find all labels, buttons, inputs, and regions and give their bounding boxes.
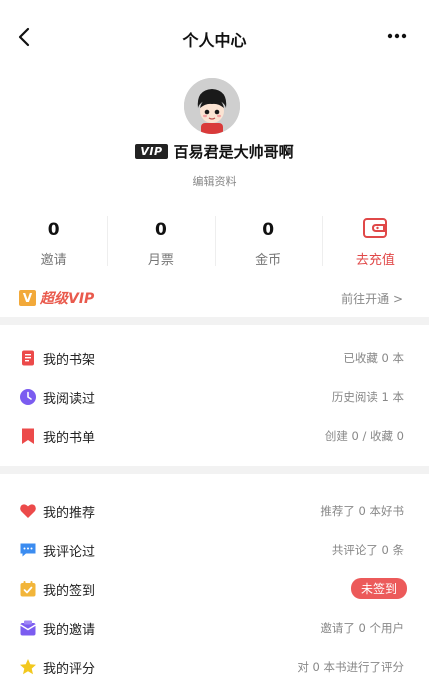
list-item-label: 我的邀请 xyxy=(43,623,96,638)
comment-icon xyxy=(20,543,36,557)
bookmark-icon xyxy=(22,428,34,444)
star-icon xyxy=(20,659,36,675)
list-item-recommend[interactable]: 我的推荐 推荐了 0 本好书 xyxy=(0,491,429,530)
list-item-label: 我阅读过 xyxy=(43,392,96,407)
stat-monthly-ticket-label: 月票 xyxy=(147,253,174,268)
wallet-icon xyxy=(363,218,388,238)
stat-coins[interactable]: 0 金币 xyxy=(214,212,322,274)
list-item-comments[interactable]: 我评论过 共评论了 0 条 xyxy=(0,530,429,569)
list-item-label: 我的推荐 xyxy=(43,506,96,521)
list-item-invite[interactable]: 我的邀请 邀请了 0 个用户 xyxy=(0,608,429,647)
list-item-value: 推荐了 0 本好书 xyxy=(320,504,404,518)
list-item-value: 邀请了 0 个用户 xyxy=(320,621,404,635)
clock-icon xyxy=(20,389,36,405)
stats-row: 0 邀请 0 月票 0 金币 去充值 xyxy=(0,212,429,274)
list-item-value: 历史阅读 1 本 xyxy=(331,390,404,404)
list-item-label: 我的书单 xyxy=(43,431,96,446)
recharge-label: 去充值 xyxy=(355,253,395,268)
vip-badge: VIP xyxy=(135,144,168,159)
stat-monthly-ticket[interactable]: 0 月票 xyxy=(107,212,214,274)
list-item-checkin[interactable]: 我的签到 未签到 xyxy=(0,569,429,608)
username-row: VIP 百易君是大帅哥啊 xyxy=(0,141,429,162)
list-item-label: 我的书架 xyxy=(43,353,96,368)
list-item-value: 创建 0 / 收藏 0 xyxy=(324,429,404,443)
checkin-icon xyxy=(20,581,36,597)
stat-invite-value: 0 xyxy=(47,220,60,240)
super-vip-title-group: V 超级VIP xyxy=(19,288,94,308)
username: 百易君是大帅哥啊 xyxy=(173,143,294,161)
super-vip-title: 超级VIP xyxy=(40,291,95,307)
top-bar: 个人中心 xyxy=(0,0,429,72)
activity-list: 我的推荐 推荐了 0 本好书 我评论过 共评论了 0 条 我的签到 未签到 我的… xyxy=(0,491,429,686)
list-item-bookshelf[interactable]: 我的书架 已收藏 0 本 xyxy=(0,338,429,377)
page-title: 个人中心 xyxy=(182,31,247,50)
avatar[interactable] xyxy=(184,78,240,134)
more-dots-icon[interactable] xyxy=(387,30,407,42)
avatar-cartoon-icon xyxy=(184,78,240,134)
bookshelf-icon xyxy=(22,350,34,366)
list-item-value: 已收藏 0 本 xyxy=(343,351,404,365)
list-item-booklist[interactable]: 我的书单 创建 0 / 收藏 0 xyxy=(0,416,429,455)
recharge-button[interactable]: 去充值 xyxy=(321,212,429,274)
section-divider xyxy=(0,317,429,325)
stat-coins-label: 金币 xyxy=(255,253,282,268)
invite-icon xyxy=(20,620,36,636)
list-item-value: 共评论了 0 条 xyxy=(331,543,404,557)
stat-invite[interactable]: 0 邀请 xyxy=(0,212,107,274)
stat-invite-label: 邀请 xyxy=(40,253,67,268)
edit-profile-link[interactable]: 编辑资料 xyxy=(0,173,429,189)
super-vip-bar[interactable]: V 超级VIP 前往开通 > xyxy=(0,287,429,309)
list-item-value: 对 0 本书进行了评分 xyxy=(297,660,404,674)
stat-coins-value: 0 xyxy=(262,220,275,240)
section-divider xyxy=(0,466,429,474)
stat-monthly-ticket-value: 0 xyxy=(154,220,167,240)
checkin-status-badge[interactable]: 未签到 xyxy=(350,578,407,599)
list-item-ratings[interactable]: 我的评分 对 0 本书进行了评分 xyxy=(0,647,429,686)
list-item-reading-history[interactable]: 我阅读过 历史阅读 1 本 xyxy=(0,377,429,416)
list-item-label: 我评论过 xyxy=(43,545,96,560)
heart-icon xyxy=(20,504,36,518)
chevron-left-icon[interactable] xyxy=(14,26,36,48)
vip-v-icon: V xyxy=(19,290,36,306)
list-item-label: 我的评分 xyxy=(43,662,96,677)
list-item-label: 我的签到 xyxy=(43,584,96,599)
open-vip-link[interactable]: 前往开通 > xyxy=(341,290,403,307)
library-list: 我的书架 已收藏 0 本 我阅读过 历史阅读 1 本 我的书单 创建 0 / 收… xyxy=(0,338,429,455)
